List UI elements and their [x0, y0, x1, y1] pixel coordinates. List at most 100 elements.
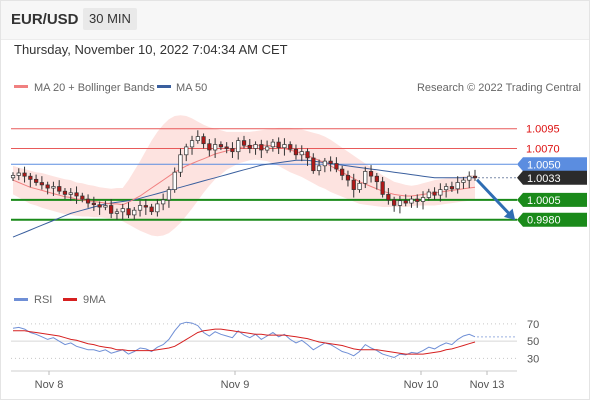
candle — [166, 189, 172, 201]
candle — [149, 206, 154, 213]
candle — [392, 199, 397, 206]
level-label: 1.0095 — [526, 124, 560, 136]
level-label: 1.0005 — [527, 195, 561, 207]
candle — [34, 178, 39, 183]
candle — [109, 205, 114, 214]
level-label: 0.9980 — [527, 215, 561, 227]
candle — [97, 204, 102, 208]
ma20-legend-label: MA 20 + Bollinger Bands — [34, 82, 155, 94]
rsi-plot: 70 50 30 — [11, 319, 539, 365]
candle — [444, 186, 449, 191]
price-plot — [10, 115, 517, 238]
candle — [472, 175, 478, 179]
main-legend: MA 20 + Bollinger Bands MA 50 Research ©… — [14, 82, 581, 94]
candle — [62, 190, 68, 195]
candle — [213, 144, 218, 151]
candle — [137, 205, 143, 211]
candle — [236, 140, 241, 153]
candle — [374, 175, 379, 183]
candle — [259, 144, 264, 151]
candle — [241, 140, 247, 146]
x-tick-label: Nov 13 — [470, 379, 505, 391]
rsi-ma-legend-swatch — [63, 298, 77, 301]
candle — [28, 175, 33, 180]
ma20-legend-swatch — [14, 85, 28, 88]
candle — [293, 148, 299, 156]
candle — [143, 205, 148, 208]
candle — [114, 211, 120, 214]
candle — [334, 163, 339, 170]
candle — [132, 209, 137, 216]
candle — [16, 172, 21, 176]
candle — [103, 205, 108, 208]
candle — [288, 144, 293, 150]
level-labels: 1.0095 1.0070 1.0050 1.0005 0.9980 1.0033 — [517, 124, 587, 227]
candle — [328, 160, 333, 164]
bollinger-band — [13, 115, 475, 237]
candle — [455, 182, 460, 190]
candle — [403, 200, 408, 204]
candle — [22, 172, 27, 177]
candle — [311, 157, 316, 172]
rsi-legend-swatch — [14, 298, 28, 301]
candle — [265, 146, 270, 151]
candle — [345, 175, 351, 181]
candle — [218, 144, 224, 148]
candle — [467, 175, 472, 181]
candle — [380, 181, 385, 195]
candle — [224, 146, 229, 149]
candle — [74, 192, 79, 197]
candle — [189, 140, 195, 148]
candle — [57, 186, 62, 192]
rsi-legend: RSI 9MA — [14, 294, 106, 306]
x-axis: Nov 8 Nov 9 Nov 10 Nov 13 — [35, 371, 505, 391]
price-chart: MA 20 + Bollinger Bands MA 50 Research ©… — [10, 82, 587, 391]
candle — [51, 186, 56, 189]
candle — [155, 203, 160, 213]
candle — [178, 154, 183, 173]
candle — [282, 144, 287, 149]
candle — [247, 144, 252, 149]
level-label: 1.0050 — [527, 159, 561, 171]
candle — [432, 191, 437, 196]
candle — [316, 165, 322, 171]
candle — [415, 198, 420, 202]
candle — [438, 189, 443, 196]
candle — [91, 202, 96, 206]
candle — [461, 179, 466, 183]
candle — [80, 195, 85, 200]
candle — [357, 182, 362, 190]
candle — [120, 208, 125, 213]
candle — [39, 182, 44, 186]
candle — [449, 186, 455, 190]
candle — [270, 141, 275, 148]
rsi-legend-label: RSI — [34, 294, 52, 306]
chart-widget: EUR/USD 30 MIN Thursday, November 10, 20… — [0, 0, 590, 400]
candle — [322, 160, 327, 167]
candle — [253, 144, 258, 149]
candle — [172, 171, 177, 190]
x-tick-label: Nov 9 — [221, 379, 250, 391]
last-price-label: 1.0033 — [527, 173, 561, 185]
level-label: 1.0070 — [526, 143, 560, 155]
candle — [409, 198, 414, 204]
candle — [195, 136, 200, 141]
candle — [426, 191, 431, 198]
ma50-legend-label: MA 50 — [176, 82, 207, 94]
rsi-tick-label: 50 — [527, 336, 539, 348]
candle — [299, 151, 304, 156]
ma50-legend-swatch — [157, 85, 171, 88]
candle — [230, 148, 235, 153]
rsi-ma-legend-label: 9MA — [83, 294, 106, 306]
candle — [85, 198, 91, 204]
candle — [351, 179, 356, 190]
rsi-line — [12, 321, 476, 359]
candle — [363, 171, 368, 184]
candle — [397, 200, 403, 206]
candle — [201, 136, 206, 145]
candle — [10, 175, 16, 179]
candle — [368, 171, 374, 177]
candle — [207, 143, 212, 151]
candle — [420, 197, 426, 202]
candle — [184, 146, 189, 156]
